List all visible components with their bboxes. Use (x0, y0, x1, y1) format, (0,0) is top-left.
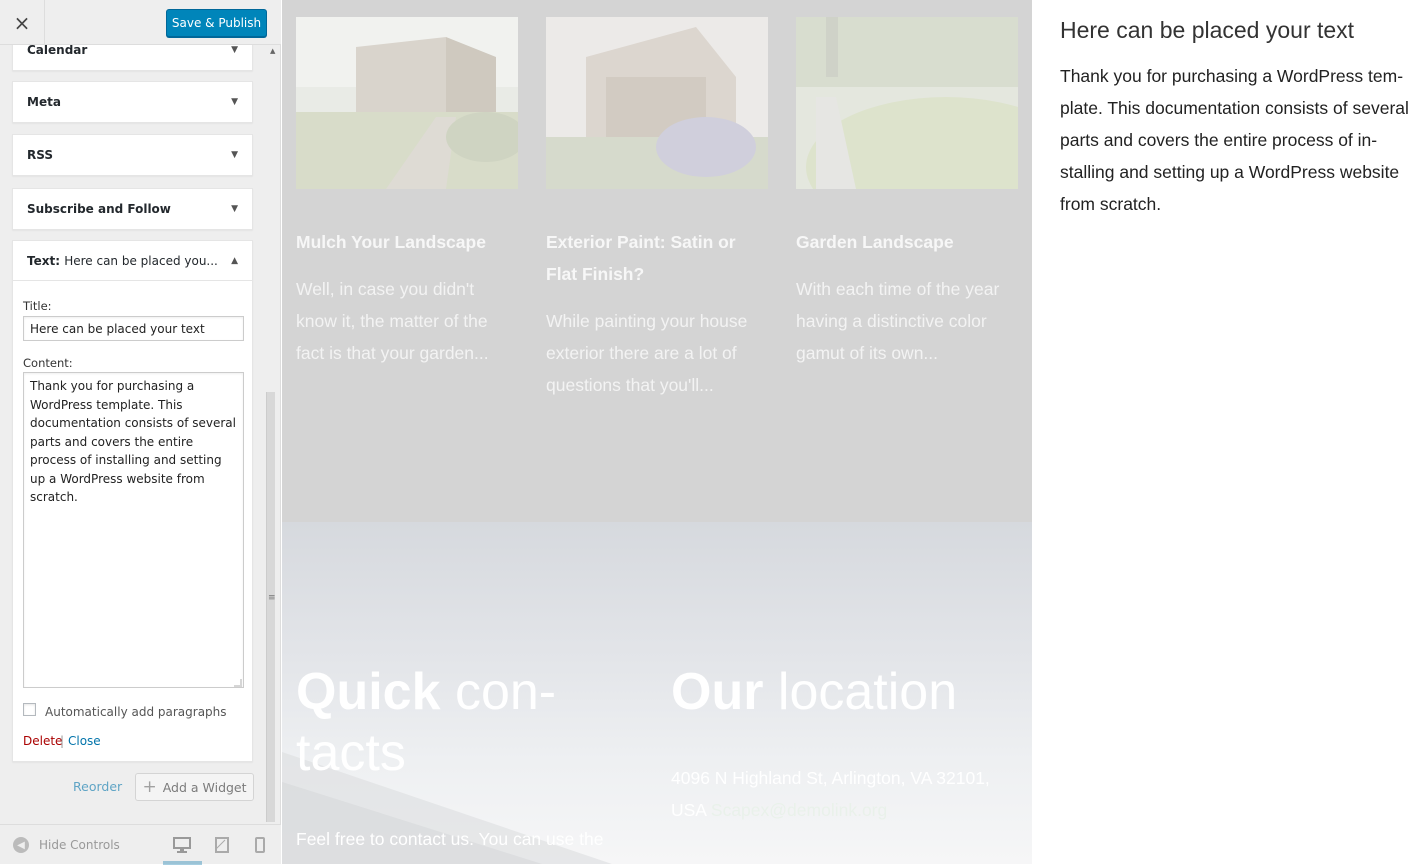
widget-subscribe-follow[interactable]: Subscribe and Follow ▼ (12, 188, 253, 230)
hide-controls-label: Hide Controls (39, 838, 120, 852)
posts-section: Mulch Your Landscape Exterior Paint: Sat… (282, 0, 1032, 522)
expand-arrow-icon[interactable]: ▼ (231, 45, 238, 55)
quick-contacts-heading: Quick con-tacts (296, 663, 557, 782)
scroll-grip-icon: ≡ (268, 593, 275, 603)
location-heading: Our location (671, 663, 958, 721)
mobile-preview-icon[interactable] (250, 835, 270, 855)
widget-calendar[interactable]: Calendar ▼ (12, 45, 253, 71)
post-excerpt: With each time of the year having a dist… (796, 279, 1000, 363)
scrollbar-thumb[interactable] (266, 392, 275, 822)
post-thumbnail[interactable] (296, 17, 518, 189)
close-link[interactable]: Close (68, 734, 101, 748)
post-excerpt: While painting your house exterior there… (546, 311, 748, 395)
expand-arrow-icon[interactable]: ▼ (231, 204, 238, 214)
site-preview: Mulch Your Landscape Exterior Paint: Sat… (282, 0, 1419, 864)
content-textarea[interactable]: Thank you for purchasing a WordPress tem… (23, 372, 244, 688)
post-excerpt: Well, in case you didn't know it, the ma… (296, 279, 489, 363)
sidebar-header: × Save & Publish (0, 0, 281, 45)
add-widget-button[interactable]: + Add a Widget (135, 773, 254, 801)
tablet-preview-icon[interactable] (212, 835, 232, 855)
text-widget-body: Thank you for purchasing a WordPress tem… (1060, 66, 1409, 214)
quick-contacts-text: Feel free to contact us. You can use the (296, 829, 604, 849)
contact-section: Quick con-tacts Our location 4096 N High… (282, 522, 1032, 864)
hide-controls-icon: ◀ (13, 837, 29, 853)
scroll-up-arrow-icon[interactable]: ▲ (270, 47, 275, 55)
delete-link[interactable]: Delete (23, 734, 62, 748)
hide-controls-button[interactable]: ◀ Hide Controls (13, 837, 120, 853)
post-thumbnail[interactable] (796, 17, 1018, 189)
text-widget-preview: Here can be placed your text Thank you f… (1060, 10, 1419, 220)
widget-text-header[interactable]: Text: Here can be placed you... ▲ (13, 241, 252, 281)
widget-meta[interactable]: Meta ▼ (12, 81, 253, 123)
widget-rss[interactable]: RSS ▼ (12, 134, 253, 176)
auto-paragraphs-label: Automatically add paragraphs (45, 705, 227, 719)
resize-handle[interactable] (234, 679, 242, 687)
add-widget-label: Add a Widget (162, 779, 247, 795)
widget-title: Calendar (27, 45, 88, 57)
email-link[interactable]: Scapex@demolink.org (711, 800, 887, 820)
desktop-preview-icon[interactable] (172, 835, 192, 855)
link-separator: | (60, 734, 65, 748)
plus-icon: + (142, 777, 157, 797)
title-label: Title: (23, 299, 52, 313)
customizer-sidebar: × Save & Publish Calendar ▼ Meta ▼ RSS ▼ Su… (0, 0, 281, 865)
widget-text-expanded: Text: Here can be placed you... ▲ Title:… (12, 240, 253, 762)
reorder-link[interactable]: Reorder (73, 779, 122, 794)
title-input[interactable] (23, 316, 244, 341)
expand-arrow-icon[interactable]: ▼ (231, 97, 238, 107)
post-title[interactable]: Garden Landscape (796, 226, 1018, 258)
post-title[interactable]: Exterior Paint: Satin or Flat Finish? (546, 226, 768, 290)
close-icon[interactable]: × (0, 0, 45, 45)
post-title[interactable]: Mulch Your Landscape (296, 226, 518, 258)
widget-list: Calendar ▼ Meta ▼ RSS ▼ Subscribe and Follo… (0, 45, 268, 825)
widget-title: RSS (27, 148, 53, 162)
widget-title: Subscribe and Follow (27, 202, 171, 216)
content-label: Content: (23, 356, 73, 370)
widget-title: Here can be placed you... (64, 253, 218, 268)
text-widget-title: Here can be placed your text (1060, 17, 1355, 43)
sidebar-footer: ◀ Hide Controls (0, 824, 281, 865)
auto-paragraphs-checkbox[interactable] (23, 703, 36, 716)
widget-type-label: Text: (27, 253, 61, 268)
post-thumbnail[interactable] (546, 17, 768, 189)
collapse-arrow-icon[interactable]: ▲ (231, 256, 238, 266)
save-publish-button[interactable]: Save & Publish (166, 9, 267, 37)
widget-title: Meta (27, 95, 61, 109)
location-address: 4096 N Highland St, Arlington, VA 32101,… (671, 768, 990, 820)
active-device-indicator (163, 861, 202, 865)
expand-arrow-icon[interactable]: ▼ (231, 150, 238, 160)
